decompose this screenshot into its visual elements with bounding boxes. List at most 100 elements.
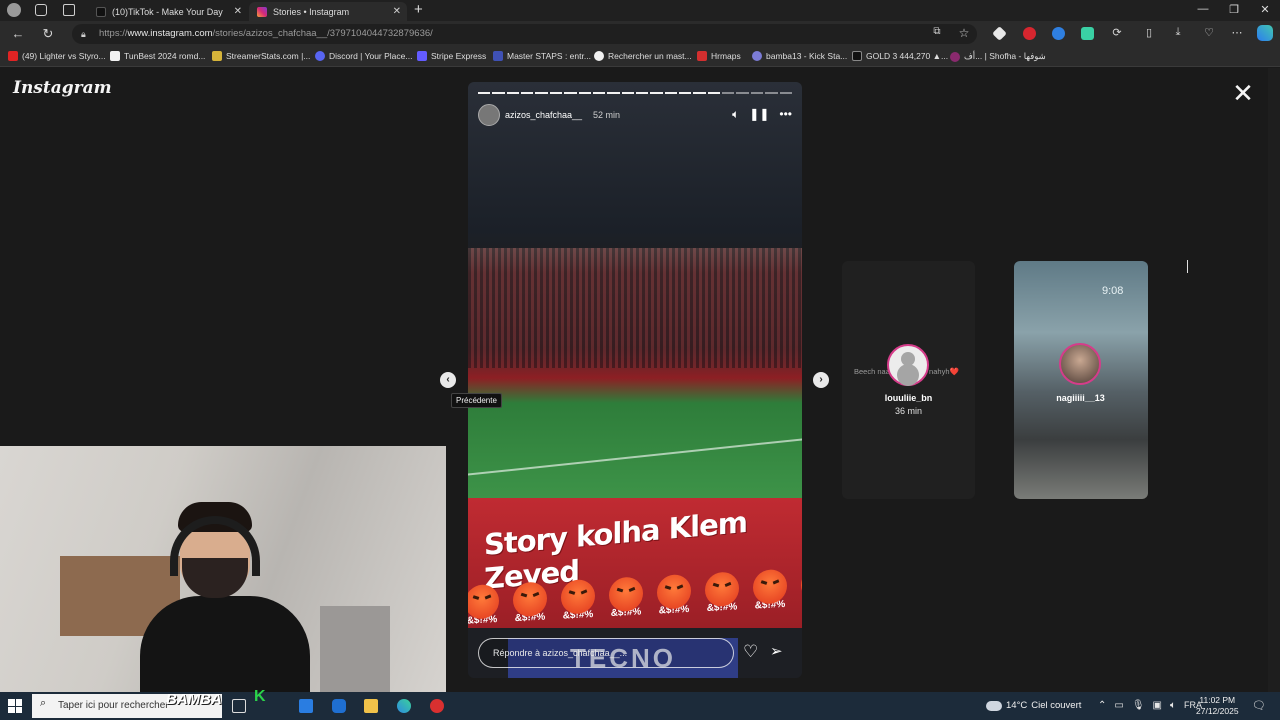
volume-icon[interactable]: 🔈︎ <box>732 107 739 122</box>
progress-segment <box>521 92 534 94</box>
close-window-button[interactable]: ✕ <box>1250 3 1280 16</box>
bookmark-item[interactable]: bamba13 - Kick Sta... <box>752 51 847 61</box>
bookmark-item[interactable]: Discord | Your Place... <box>315 51 412 61</box>
windows-start-icon[interactable] <box>8 699 22 713</box>
tab-actions-icon[interactable] <box>63 4 75 16</box>
extension-icon[interactable] <box>1081 27 1094 40</box>
bookmark-item[interactable]: Hrmaps <box>697 51 741 61</box>
progress-segment <box>549 92 563 94</box>
workspaces-icon[interactable] <box>35 4 47 16</box>
story-viewer[interactable]: Story kolha Klem Zeyed &$!#% &$!#% &$!#% &$… <box>468 82 802 678</box>
bookmark-item[interactable]: TunBest 2024 romd... <box>110 51 205 61</box>
next-story-button[interactable]: › <box>813 372 829 388</box>
cloud-icon <box>986 700 1002 711</box>
webcam-overlay <box>0 446 446 692</box>
story-header: azizos_chafchaa__ 52 min 🔈︎ ❚❚ ••• <box>478 104 792 128</box>
bookmark-item[interactable]: Rechercher un mast... <box>594 51 692 61</box>
streamer-body <box>140 596 310 692</box>
tab-tiktok[interactable]: (10)TikTok - Make Your Day ✕ <box>88 2 248 21</box>
address-bar[interactable]: 🔒︎ https://www.instagram.com/stories/azi… <box>72 24 977 44</box>
file-explorer-icon[interactable] <box>364 699 378 713</box>
tab-instagram[interactable]: 🔊 Stories • Instagram ✕ <box>249 2 407 21</box>
previous-story-button[interactable]: ‹ <box>440 372 456 388</box>
maximize-button[interactable]: ❐ <box>1219 3 1249 16</box>
progress-segment <box>592 92 606 94</box>
more-options-icon[interactable]: ••• <box>779 107 792 122</box>
notification-icon[interactable]: 🗨︎ <box>1252 699 1266 712</box>
story-username[interactable]: azizos_chafchaa__ <box>505 110 582 120</box>
profile-icon[interactable] <box>7 3 21 17</box>
progress-segment <box>506 92 520 94</box>
angry-emoji: &$!#% <box>558 578 598 622</box>
menu-icon[interactable]: ⋯ <box>1227 26 1247 39</box>
streamer <box>140 502 310 692</box>
bamba-overlay-logo: BAMBA <box>166 691 222 708</box>
copilot-icon[interactable] <box>1257 25 1273 41</box>
minimize-button[interactable]: — <box>1188 3 1218 15</box>
bookmark-item[interactable]: GOLD 3 444,270 ▲... <box>852 51 948 61</box>
open-app-icon[interactable]: ⧉ <box>927 26 947 37</box>
close-icon[interactable]: ✕ <box>234 6 242 17</box>
outlook-icon[interactable] <box>332 699 346 713</box>
close-stories-button[interactable]: ✕ <box>1230 80 1256 106</box>
instagram-logo[interactable]: Instagram <box>13 78 112 98</box>
extension-icon[interactable] <box>992 26 1007 41</box>
reload-button[interactable]: ↻ <box>38 26 58 42</box>
store-icon[interactable] <box>299 699 313 713</box>
reply-input[interactable]: Répondre à azizos_chafchaa__... <box>478 638 734 668</box>
bookmark-item[interactable]: أف... | Shofha - شوفها <box>950 51 1046 62</box>
downloads-icon[interactable]: ⤓ <box>1168 26 1188 39</box>
progress-segment <box>535 92 548 94</box>
story-media <box>468 248 802 498</box>
split-screen-icon[interactable]: ▯ <box>1139 26 1159 39</box>
volume-icon[interactable]: 🔈︎ <box>1170 700 1176 711</box>
progress-segment <box>492 92 505 94</box>
stats-icon <box>212 51 222 61</box>
avatar[interactable] <box>478 104 500 126</box>
edge-icon[interactable] <box>397 699 411 713</box>
monitor-icon[interactable]: ▣ <box>1153 700 1162 711</box>
new-tab-button[interactable]: + <box>414 1 423 18</box>
bookmark-item[interactable]: (49) Lighter vs Styro... <box>8 51 106 61</box>
story-controls: 🔈︎ ❚❚ ••• <box>732 107 792 122</box>
favorite-star-icon[interactable]: ☆ <box>954 26 974 40</box>
url-host: www.instagram.com <box>127 28 213 39</box>
bookmark-item[interactable]: Stripe Express <box>417 51 486 61</box>
network-icon[interactable]: ▭ <box>1114 700 1123 711</box>
like-heart-icon[interactable]: ♡ <box>743 642 758 662</box>
taskbar-clock[interactable]: 11:02 PM 27/12/2025 <box>1196 695 1239 717</box>
tab-label: (10)TikTok - Make Your Day <box>112 6 223 17</box>
close-icon[interactable]: ✕ <box>393 6 401 17</box>
chevron-up-icon[interactable]: ⌃ <box>1098 700 1106 711</box>
story-preview[interactable]: Beech naa hedha bch nahyh❤️ louuliie_bn … <box>842 261 975 499</box>
progress-segment <box>707 92 721 94</box>
microphone-icon[interactable]: 🎙︎ <box>1132 700 1145 711</box>
weather-widget[interactable]: 14°C Ciel couvert <box>986 700 1081 711</box>
progress-segment <box>765 92 778 94</box>
story-preview[interactable]: 9:08 nagiiiii__13 <box>1014 261 1148 499</box>
stripe-icon <box>417 51 427 61</box>
extension-icon[interactable] <box>1052 27 1065 40</box>
kick-logo: K <box>254 688 266 705</box>
shofha-icon <box>950 51 960 62</box>
progress-segment <box>664 92 678 94</box>
bookmark-item[interactable]: Master STAPS : entr... <box>493 51 591 61</box>
progress-segment <box>621 92 634 94</box>
story-time: 52 min <box>593 110 621 120</box>
bookmark-item[interactable]: StreamerStats.com |... <box>212 51 310 61</box>
extensions-icon[interactable]: ⟳ <box>1107 26 1127 39</box>
tiktok-icon <box>96 6 106 17</box>
back-button[interactable]: ← <box>8 26 28 41</box>
app-icon[interactable] <box>430 699 444 713</box>
discord-icon <box>315 51 325 61</box>
pitch-line <box>468 438 802 476</box>
send-icon[interactable]: ➢ <box>770 642 783 660</box>
extension-icon[interactable] <box>1023 27 1036 40</box>
pause-icon[interactable]: ❚❚ <box>749 107 769 122</box>
page-icon <box>110 51 120 61</box>
performance-icon[interactable]: ♡ <box>1199 26 1219 39</box>
angry-emoji: &$!#% <box>510 581 550 624</box>
progress-segment <box>607 92 620 94</box>
scrollbar[interactable] <box>1268 68 1280 692</box>
task-view-icon[interactable] <box>232 699 246 713</box>
